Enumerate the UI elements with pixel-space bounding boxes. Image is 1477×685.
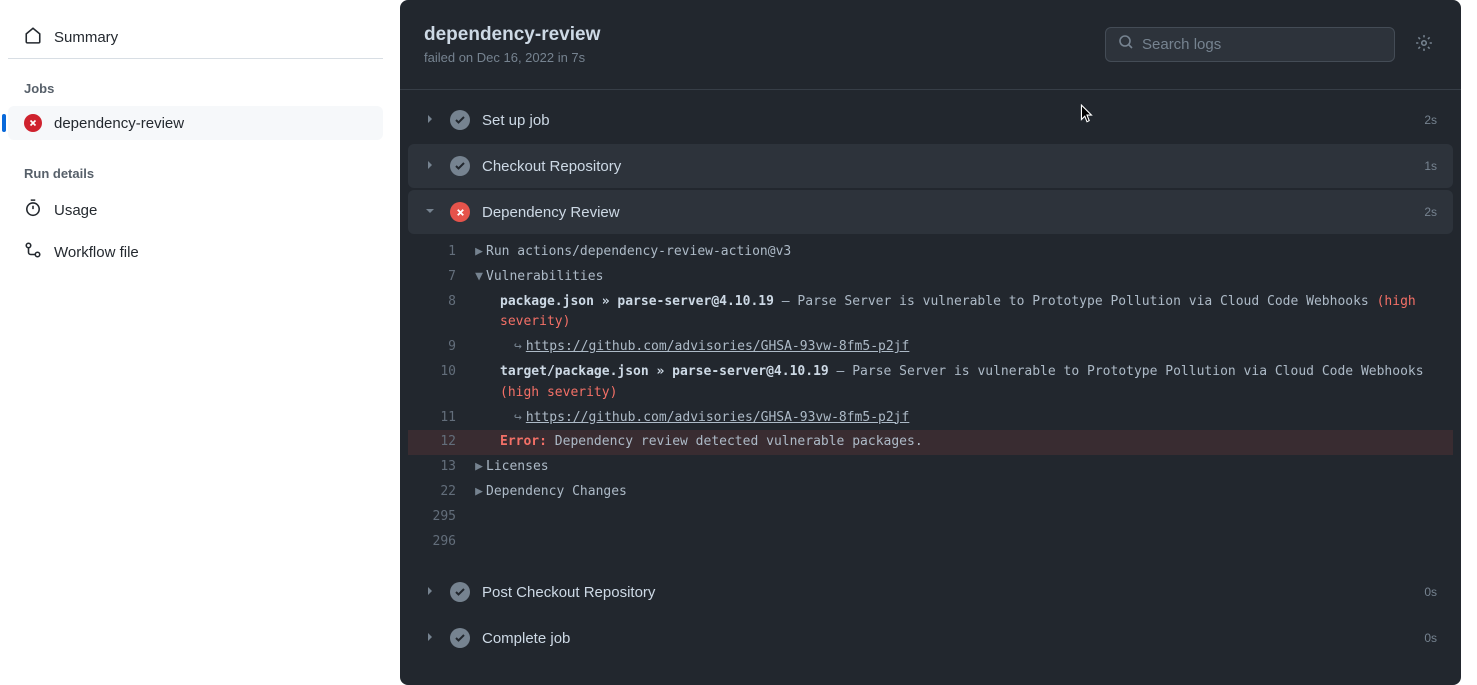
chevron-right-icon: [424, 584, 438, 601]
log-text: Licenses: [486, 457, 1437, 478]
log-line-number: 12: [408, 432, 472, 453]
sidebar-jobs-heading: Jobs: [8, 75, 383, 102]
stopwatch-icon: [24, 199, 42, 221]
log-line-number: 1: [408, 242, 472, 263]
gear-icon: [1415, 40, 1433, 55]
step-label: Post Checkout Repository: [482, 584, 1412, 601]
log-line-number: 296: [408, 532, 472, 553]
sidebar-item-label: Workflow file: [54, 244, 139, 261]
main-panel: dependency-review failed on Dec 16, 2022…: [400, 0, 1461, 685]
log-line[interactable]: 10 target/package.json » parse-server@4.…: [408, 360, 1453, 406]
log-output: 1 ▶ Run actions/dependency-review-action…: [408, 236, 1453, 570]
status-success-icon: [450, 156, 470, 176]
sidebar: Summary Jobs dependency-review Run detai…: [0, 0, 400, 685]
home-icon: [24, 26, 42, 48]
job-title: dependency-review: [424, 24, 600, 46]
log-line-number: 10: [408, 362, 472, 383]
log-line-error[interactable]: 12 Error: Dependency review detected vul…: [408, 430, 1453, 455]
workflow-icon: [24, 241, 42, 263]
log-line[interactable]: 1 ▶ Run actions/dependency-review-action…: [408, 240, 1453, 265]
step-label: Complete job: [482, 630, 1412, 647]
log-line-number: 295: [408, 507, 472, 528]
step-row-dependency-review[interactable]: Dependency Review 2s: [408, 190, 1453, 234]
step-row-checkout-repository[interactable]: Checkout Repository 1s: [408, 144, 1453, 188]
log-text: Vulnerabilities: [486, 267, 1437, 288]
status-success-icon: [450, 628, 470, 648]
log-line[interactable]: 7 ▼ Vulnerabilities: [408, 265, 1453, 290]
log-line-number: 22: [408, 482, 472, 503]
sidebar-run-details-heading: Run details: [8, 160, 383, 187]
log-text: target/package.json » parse-server@4.10.…: [486, 362, 1437, 404]
log-text: Dependency Changes: [486, 482, 1437, 503]
chevron-down-icon: [424, 204, 438, 221]
log-text: package.json » parse-server@4.10.19 – Pa…: [486, 292, 1437, 334]
log-line-number: 11: [408, 408, 472, 429]
sidebar-job-item[interactable]: dependency-review: [8, 106, 383, 140]
step-duration: 0s: [1424, 585, 1437, 599]
chevron-right-icon: [424, 158, 438, 175]
step-row-setup-job[interactable]: Set up job 2s: [408, 98, 1453, 142]
sidebar-usage-link[interactable]: Usage: [8, 191, 383, 229]
step-label: Set up job: [482, 112, 1412, 129]
job-subtitle: failed on Dec 16, 2022 in 7s: [424, 50, 600, 65]
search-logs-input-wrapper[interactable]: [1105, 27, 1395, 62]
chevron-right-icon: [424, 630, 438, 647]
log-line[interactable]: 13 ▶ Licenses: [408, 455, 1453, 480]
caret-right-icon: ▶: [472, 242, 486, 263]
sidebar-job-label: dependency-review: [54, 115, 184, 132]
sidebar-summary-link[interactable]: Summary: [8, 16, 383, 59]
step-duration: 2s: [1424, 113, 1437, 127]
main-header: dependency-review failed on Dec 16, 2022…: [400, 0, 1461, 90]
step-duration: 0s: [1424, 631, 1437, 645]
log-text: ↪https://github.com/advisories/GHSA-93vw…: [486, 337, 1437, 358]
log-line[interactable]: 22 ▶ Dependency Changes: [408, 480, 1453, 505]
log-line-number: 13: [408, 457, 472, 478]
log-line[interactable]: 9 ↪https://github.com/advisories/GHSA-93…: [408, 335, 1453, 360]
log-line-number: 9: [408, 337, 472, 358]
log-text: Run actions/dependency-review-action@v3: [486, 242, 1437, 263]
chevron-right-icon: [424, 112, 438, 129]
step-row-complete-job[interactable]: Complete job 0s: [408, 616, 1453, 660]
log-text: ↪https://github.com/advisories/GHSA-93vw…: [486, 408, 1437, 429]
advisory-link[interactable]: https://github.com/advisories/GHSA-93vw-…: [526, 339, 910, 354]
status-fail-icon: [450, 202, 470, 222]
caret-down-icon: ▼: [472, 267, 486, 288]
log-line-number: 7: [408, 267, 472, 288]
log-line[interactable]: 296: [408, 530, 1453, 555]
log-line[interactable]: 295: [408, 505, 1453, 530]
log-text: Error: Dependency review detected vulner…: [486, 432, 1437, 453]
step-duration: 2s: [1424, 205, 1437, 219]
log-line-number: 8: [408, 292, 472, 313]
search-icon: [1118, 34, 1134, 55]
step-label: Dependency Review: [482, 204, 1412, 221]
log-line[interactable]: 11 ↪https://github.com/advisories/GHSA-9…: [408, 406, 1453, 431]
status-success-icon: [450, 582, 470, 602]
step-row-post-checkout[interactable]: Post Checkout Repository 0s: [408, 570, 1453, 614]
status-success-icon: [450, 110, 470, 130]
steps-list: Set up job 2s Checkout Repository 1s Dep…: [400, 90, 1461, 670]
step-label: Checkout Repository: [482, 158, 1412, 175]
step-duration: 1s: [1424, 159, 1437, 173]
caret-right-icon: ▶: [472, 482, 486, 503]
sidebar-summary-label: Summary: [54, 29, 118, 46]
sidebar-workflow-file-link[interactable]: Workflow file: [8, 233, 383, 271]
caret-right-icon: ▶: [472, 457, 486, 478]
advisory-link[interactable]: https://github.com/advisories/GHSA-93vw-…: [526, 410, 910, 425]
sidebar-item-label: Usage: [54, 202, 97, 219]
settings-button[interactable]: [1411, 30, 1437, 59]
search-logs-input[interactable]: [1142, 36, 1382, 53]
status-fail-icon: [24, 114, 42, 132]
log-line[interactable]: 8 package.json » parse-server@4.10.19 – …: [408, 290, 1453, 336]
